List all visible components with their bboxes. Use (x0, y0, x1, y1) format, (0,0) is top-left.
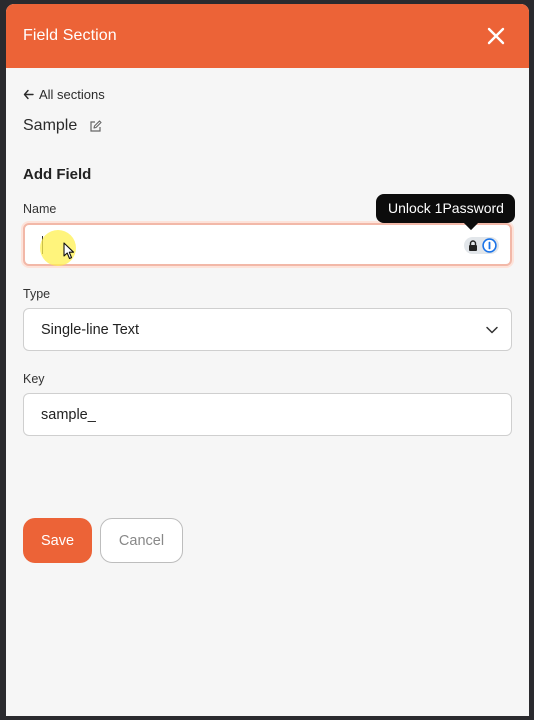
close-icon (487, 27, 505, 45)
add-field-heading: Add Field (23, 166, 92, 183)
type-select-value: Single-line Text (41, 321, 140, 338)
all-sections-label: All sections (39, 87, 105, 102)
onepassword-icon (482, 238, 497, 253)
name-label: Name (23, 202, 57, 216)
panel-header: Field Section (6, 4, 529, 68)
panel-content: All sections Sample Add Field Name Type … (6, 68, 529, 716)
name-input[interactable] (23, 223, 512, 266)
unlock-1password-tooltip: Unlock 1Password (376, 194, 515, 223)
edit-section-button[interactable] (89, 119, 102, 133)
key-input[interactable]: sample_ (23, 393, 512, 436)
save-button[interactable]: Save (23, 518, 92, 563)
lock-icon (469, 239, 477, 251)
field-section-panel: Field Section All sections Sample Add Fi… (6, 4, 529, 716)
section-name: Sample (23, 117, 78, 134)
chevron-down-icon (486, 326, 498, 334)
edit-icon (90, 119, 102, 132)
arrow-left-icon (23, 89, 34, 100)
close-button[interactable] (483, 23, 509, 49)
section-name-row: Sample (23, 117, 102, 135)
all-sections-link[interactable]: All sections (23, 87, 105, 102)
type-select[interactable]: Single-line Text (23, 308, 512, 351)
key-label: Key (23, 372, 45, 386)
panel-title: Field Section (23, 27, 117, 44)
mouse-pointer-icon (63, 242, 75, 260)
type-label: Type (23, 287, 51, 301)
key-input-value: sample_ (41, 406, 96, 423)
cancel-button[interactable]: Cancel (100, 518, 183, 563)
password-manager-icons[interactable] (464, 237, 499, 254)
